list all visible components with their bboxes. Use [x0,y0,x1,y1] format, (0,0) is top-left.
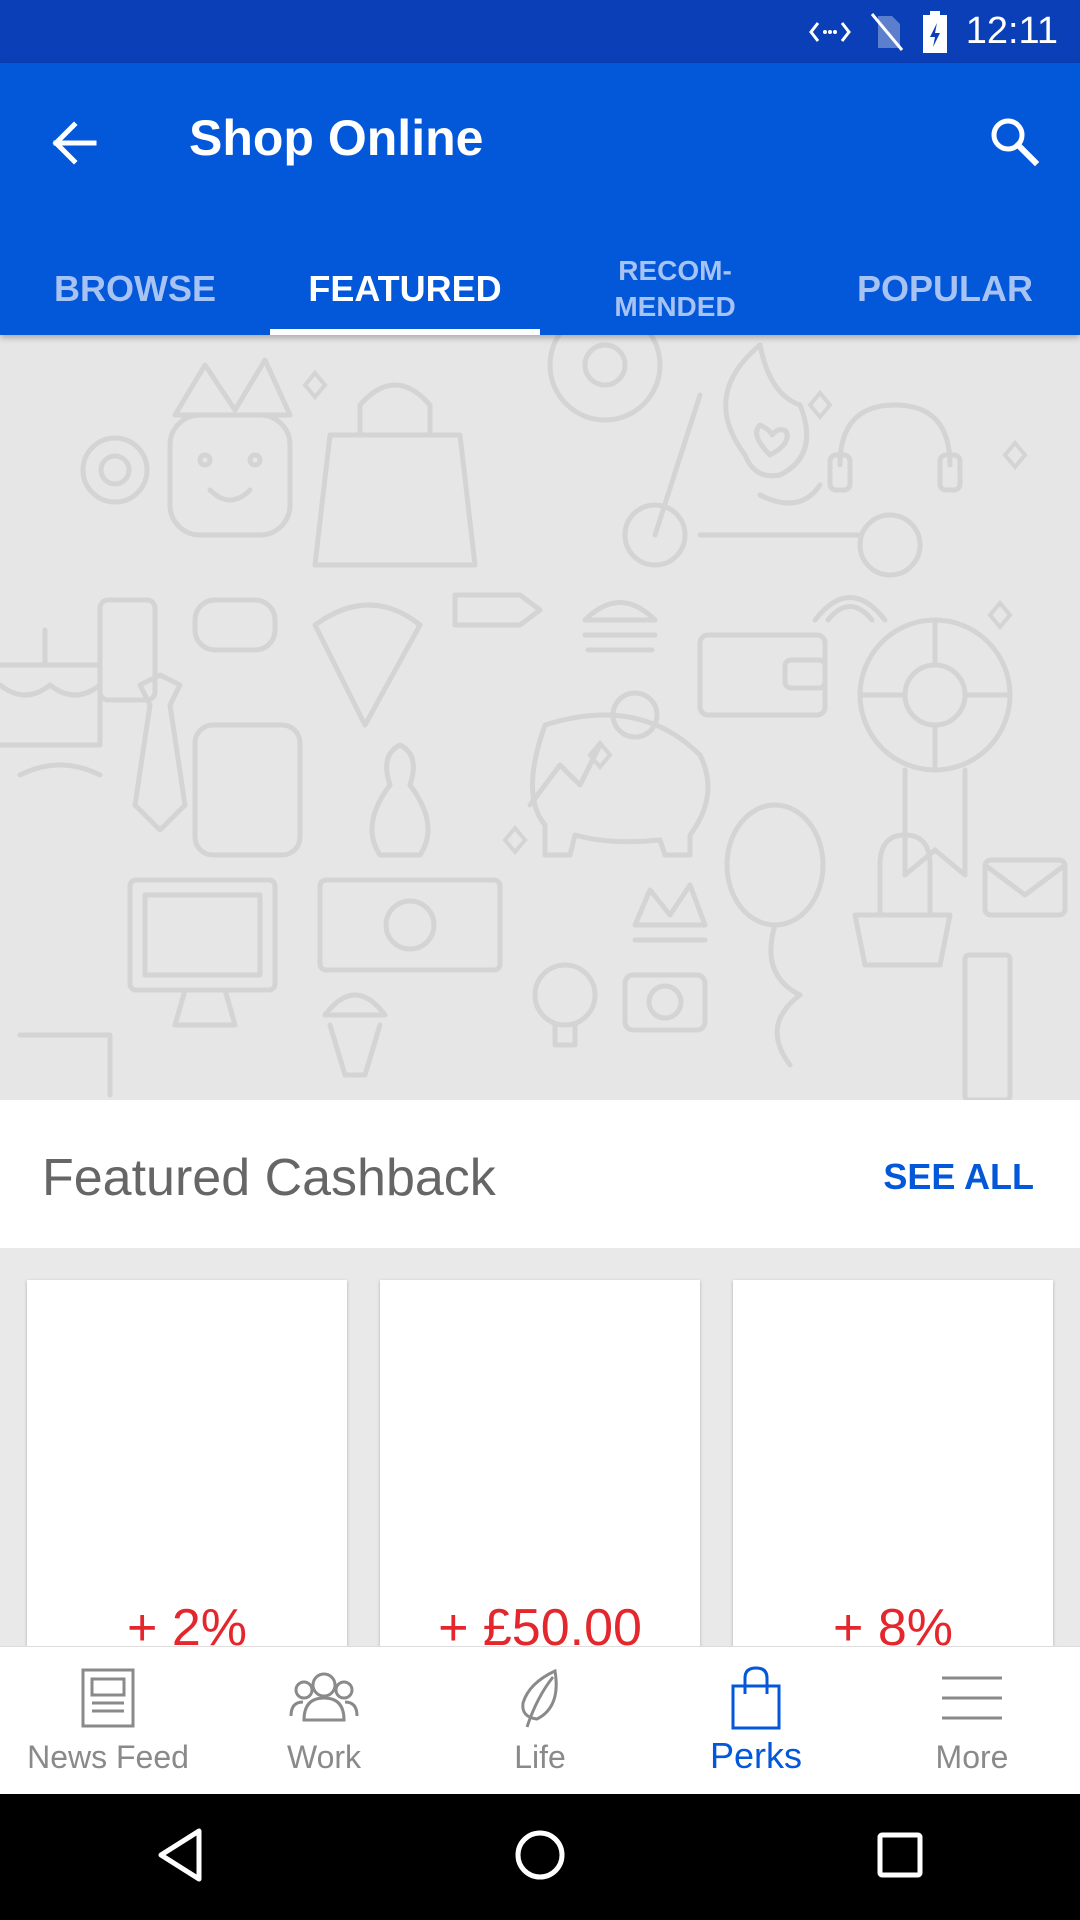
nav-life[interactable]: Life [432,1647,648,1795]
see-all-link[interactable]: SEE ALL [883,1156,1034,1198]
bottom-navigation: News Feed Work Life Perks More [0,1646,1080,1795]
doodle-pattern-image [0,335,1068,1100]
nav-work[interactable]: Work [216,1647,432,1795]
data-transfer-icon [808,17,852,47]
nav-label: Work [286,1739,362,1775]
people-icon [216,1663,432,1733]
featured-cashback-header: Featured Cashback SEE ALL [0,1100,1080,1248]
page-title: Shop Online [189,110,484,166]
status-bar: 12:11 [0,0,1080,63]
menu-icon [864,1663,1080,1733]
cashback-card[interactable]: + 8% [733,1280,1053,1646]
circle-home-icon [513,1828,567,1887]
status-time: 12:11 [965,10,1058,52]
tab-label-line1: RECOM- [618,255,732,286]
newspaper-icon [0,1663,216,1733]
system-home-button[interactable] [480,1797,600,1917]
battery-charging-icon [922,10,948,53]
shopping-bag-icon [648,1663,864,1733]
system-recents-button[interactable] [840,1797,960,1917]
featured-banner[interactable] [0,335,1080,1100]
cashback-carousel: + 2% + £50.00 + 8% [0,1248,1080,1646]
triangle-back-icon [155,1827,205,1888]
tab-recommended[interactable]: RECOM- MENDED [540,243,810,335]
nav-label: Life [514,1739,566,1775]
tab-label-line2: MENDED [614,291,736,322]
system-back-button[interactable] [120,1797,240,1917]
cashback-value: + 2% [127,1599,247,1646]
section-title: Featured Cashback [42,1149,496,1207]
cashback-card[interactable]: + 2% [27,1280,347,1646]
tab-popular[interactable]: POPULAR [810,243,1080,335]
nav-label: More [935,1739,1009,1775]
no-sim-icon [870,12,904,52]
tab-bar: BROWSE FEATURED RECOM- MENDED POPULAR [0,243,1080,335]
search-icon [988,115,1040,172]
app-bar: Shop Online BROWSE FEATURED RECOM- MENDE… [0,63,1080,335]
cashback-value: + £50.00 [438,1599,642,1646]
square-recents-icon [875,1830,925,1885]
tab-label: POPULAR [856,268,1033,309]
nav-label: News Feed [27,1739,189,1775]
nav-label: Perks [709,1735,803,1776]
nav-news-feed[interactable]: News Feed [0,1647,216,1795]
search-button[interactable] [978,107,1050,179]
back-button[interactable] [40,111,108,179]
cashback-card[interactable]: + £50.00 [380,1280,700,1646]
tab-label: BROWSE [54,268,216,309]
tab-featured[interactable]: FEATURED [270,243,540,335]
nav-perks[interactable]: Perks [648,1647,864,1795]
tab-browse[interactable]: BROWSE [0,243,270,335]
leaf-icon [432,1663,648,1733]
system-navigation-bar [0,1794,1080,1920]
nav-more[interactable]: More [864,1647,1080,1795]
status-icons: 12:11 [808,0,1058,63]
arrow-left-icon [50,120,98,170]
cashback-value: + 8% [833,1599,953,1646]
tab-label: FEATURED [308,268,502,309]
